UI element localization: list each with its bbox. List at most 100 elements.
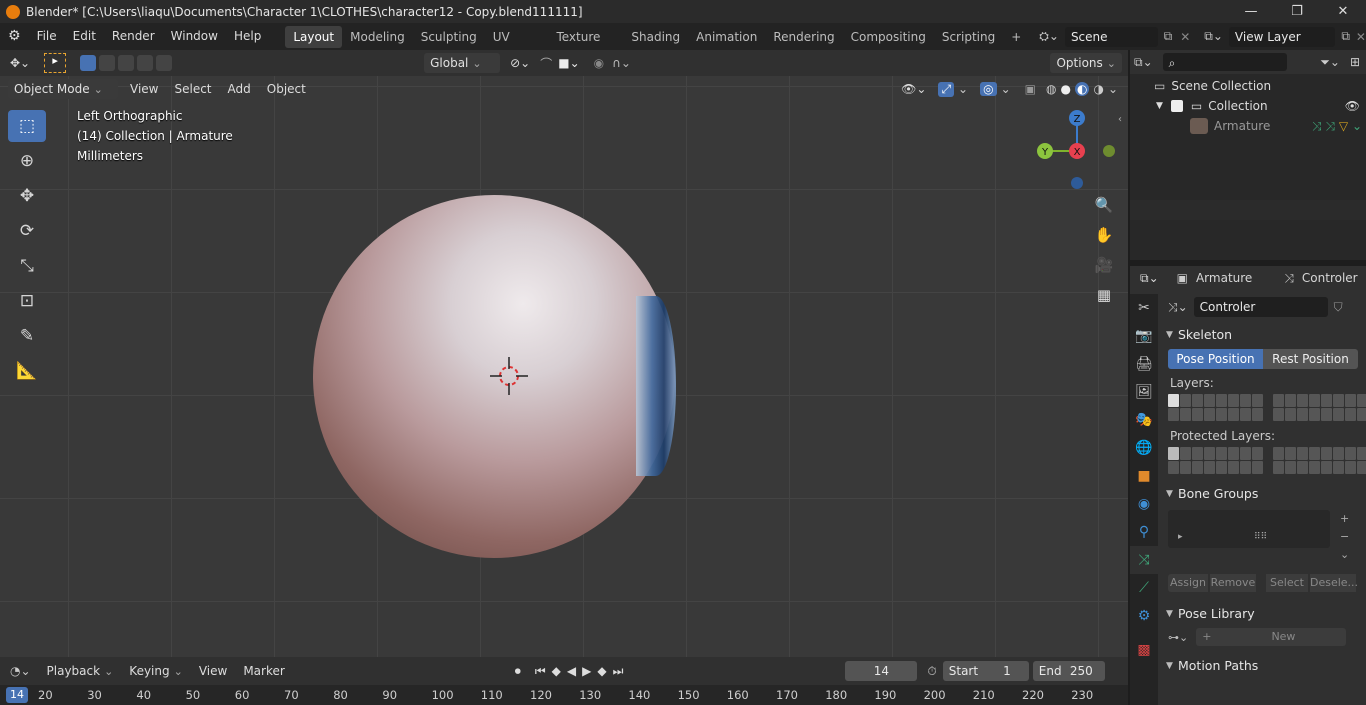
transform-tool-icon[interactable]: ⊡ <box>8 285 46 317</box>
skeleton-panel-header[interactable]: ▼ Skeleton <box>1160 323 1366 347</box>
navigation-gizmo[interactable]: Z Y X <box>1030 106 1120 196</box>
scene-name-field[interactable]: Scene <box>1064 26 1158 47</box>
move-tool-icon[interactable]: ✥ <box>8 180 46 212</box>
tab-rendering[interactable]: Rendering <box>765 26 842 48</box>
annotate-tool-icon[interactable]: ✎ <box>8 320 46 352</box>
pose-position-button[interactable]: Pose Position <box>1168 349 1263 369</box>
protected-layers-grid[interactable] <box>1168 447 1366 474</box>
timeline-editor-icon[interactable]: ◔⌄ <box>10 664 31 678</box>
prev-keyframe-icon[interactable]: ◆ <box>552 664 561 678</box>
pose-library-selector-icon[interactable]: ⊶⌄ <box>1168 631 1188 644</box>
options-dropdown[interactable]: Options <box>1050 53 1122 73</box>
object-mode-dropdown[interactable]: Object Mode <box>8 79 118 99</box>
add-group-icon[interactable]: + <box>1340 510 1349 528</box>
texture-tab-icon[interactable]: ▩ <box>1130 636 1158 664</box>
timeline-ruler[interactable]: 20 30 40 50 60 70 80 90 100 110 120 130 140 150 160 170… <box>0 685 1128 705</box>
measure-tool-icon[interactable]: 📐 <box>8 355 46 387</box>
tab-sculpting[interactable]: Sculpting <box>413 26 485 48</box>
cursor-tool-icon[interactable]: ⊕ <box>8 145 46 177</box>
ortho-grid-icon[interactable]: ▦ <box>1091 282 1117 308</box>
select-button[interactable]: Select <box>1266 574 1308 592</box>
layers-grid[interactable] <box>1168 394 1366 421</box>
delete-scene-icon[interactable]: ✕ <box>1180 30 1190 44</box>
add-workspace-button[interactable]: + <box>1003 26 1029 48</box>
scale-tool-icon[interactable]: ⤡ <box>8 250 46 282</box>
tab-animation[interactable]: Animation <box>688 26 765 48</box>
maximize-button[interactable]: ❐ <box>1274 4 1320 19</box>
shading-wireframe-icon[interactable]: ◍ <box>1046 82 1056 96</box>
shading-solid-icon[interactable]: ● <box>1060 82 1070 96</box>
menu-render[interactable]: Render <box>104 23 163 50</box>
timeline-view-menu[interactable]: View <box>191 658 235 685</box>
outliner-row-collection[interactable]: ▼ ▭ Collection 👁 <box>1130 96 1366 116</box>
new-collection-icon[interactable]: ⊞ <box>1350 55 1360 69</box>
falloff-icon[interactable]: ∩⌄ <box>612 56 631 70</box>
transform-orientation-dropdown[interactable]: Global <box>424 53 501 73</box>
rest-position-button[interactable]: Rest Position <box>1263 349 1358 369</box>
view-layer-field[interactable]: View Layer <box>1228 26 1336 47</box>
view-layer-tab-icon[interactable]: 🖼 <box>1130 378 1158 406</box>
menu-window[interactable]: Window <box>163 23 226 50</box>
new-scene-icon[interactable]: ⧉ <box>1164 29 1173 44</box>
snap-target-icon[interactable]: ■⌄ <box>558 56 579 70</box>
delete-view-layer-icon[interactable]: ✕ <box>1356 30 1366 44</box>
view-layer-icon[interactable]: ⧉⌄ <box>1204 29 1223 44</box>
proportional-edit-icon[interactable]: ◉ <box>594 56 604 70</box>
start-frame-field[interactable]: Start 1 <box>942 661 1029 681</box>
fake-user-shield-icon[interactable]: ⛉ <box>1334 300 1343 315</box>
tab-layout[interactable]: Layout <box>285 25 343 48</box>
motion-paths-panel-header[interactable]: ▼ Motion Paths <box>1160 654 1366 678</box>
jump-start-icon[interactable]: ⏮ <box>535 664 546 679</box>
checkbox-icon[interactable] <box>1170 100 1183 112</box>
remove-group-icon[interactable]: − <box>1340 528 1349 546</box>
outliner-search-input[interactable]: ⌕ <box>1162 53 1287 71</box>
selection-mode-icons[interactable] <box>80 55 173 71</box>
properties-editor-icon[interactable]: ⧉⌄ <box>1140 271 1159 286</box>
scene-tab-icon[interactable]: 🎭 <box>1130 406 1158 434</box>
render-tab-icon[interactable]: 📷 <box>1130 322 1158 350</box>
expand-icon[interactable]: ▼ <box>1156 96 1163 116</box>
tab-compositing[interactable]: Compositing <box>843 26 934 48</box>
world-tab-icon[interactable]: 🌐 <box>1130 434 1158 462</box>
zoom-icon[interactable]: 🔍 <box>1091 192 1117 218</box>
overlay-toggle-icon[interactable]: ◎ <box>980 82 997 96</box>
shading-dropdown-icon[interactable]: ⌄ <box>1108 82 1118 96</box>
preview-range-icon[interactable]: ⏱ <box>927 664 936 679</box>
gizmo-toggle-icon[interactable]: ⤢ <box>938 81 955 97</box>
pose-library-panel-header[interactable]: ▼ Pose Library <box>1160 602 1366 626</box>
armature-data-name-field[interactable]: Controler <box>1193 297 1328 317</box>
bone-tab-icon[interactable]: ⟋ <box>1130 574 1158 602</box>
bone-groups-panel-header[interactable]: ▼ Bone Groups <box>1160 482 1366 506</box>
record-icon[interactable]: ⏺ <box>515 664 521 679</box>
tool-tab-icon[interactable]: ✂ <box>1130 294 1158 322</box>
next-keyframe-icon[interactable]: ◆ <box>597 664 606 678</box>
play-reverse-icon[interactable]: ◀ <box>567 664 576 678</box>
bone-groups-list[interactable]: ▸ ⠿⠿ <box>1168 510 1330 548</box>
new-view-layer-icon[interactable]: ⧉ <box>1341 29 1350 44</box>
select-box-tool-icon[interactable]: ▸ <box>44 53 67 73</box>
outliner-editor-icon[interactable]: ⧉⌄ <box>1134 55 1153 70</box>
xray-icon[interactable]: ▣ <box>1025 82 1036 96</box>
physics-tab-icon[interactable]: ◉ <box>1130 490 1158 518</box>
deselect-button[interactable]: Desele... <box>1310 574 1358 592</box>
visibility-icon[interactable]: 👁⌄ <box>901 82 926 96</box>
eye-icon[interactable]: 👁 <box>1345 96 1360 116</box>
shading-material-icon[interactable]: ◐ <box>1074 82 1090 96</box>
pivot-point-icon[interactable]: ⊘⌄ <box>510 56 530 70</box>
output-tab-icon[interactable]: 🖨 <box>1130 350 1158 378</box>
viewport-menu-view[interactable]: View <box>122 76 166 103</box>
pose-icons[interactable]: ⤨ ⤨ ▽ ⌄ <box>1312 116 1362 136</box>
jump-end-icon[interactable]: ⏭ <box>613 664 624 679</box>
editor-type-icon[interactable]: ✥⌄ <box>10 56 30 70</box>
menu-file[interactable]: File <box>29 23 65 50</box>
filter-icon[interactable]: ⏷⌄ <box>1320 55 1340 70</box>
armature-data-selector-icon[interactable]: ⤨⌄ <box>1168 300 1188 315</box>
3d-viewport[interactable]: Object Mode View Select Add Object 👁⌄ ⤢⌄… <box>0 76 1128 657</box>
close-button[interactable]: ✕ <box>1320 4 1366 19</box>
play-icon[interactable]: ▶ <box>582 664 591 678</box>
snap-icon[interactable]: ⌒ <box>540 55 552 72</box>
tab-texture-paint[interactable]: Texture Paint <box>548 26 623 66</box>
sidebar-toggle-icon[interactable]: ‹ <box>1118 114 1122 125</box>
armature-data-tab-icon[interactable]: ⤨ <box>1130 546 1158 574</box>
current-frame-field[interactable]: 14 <box>845 661 918 681</box>
